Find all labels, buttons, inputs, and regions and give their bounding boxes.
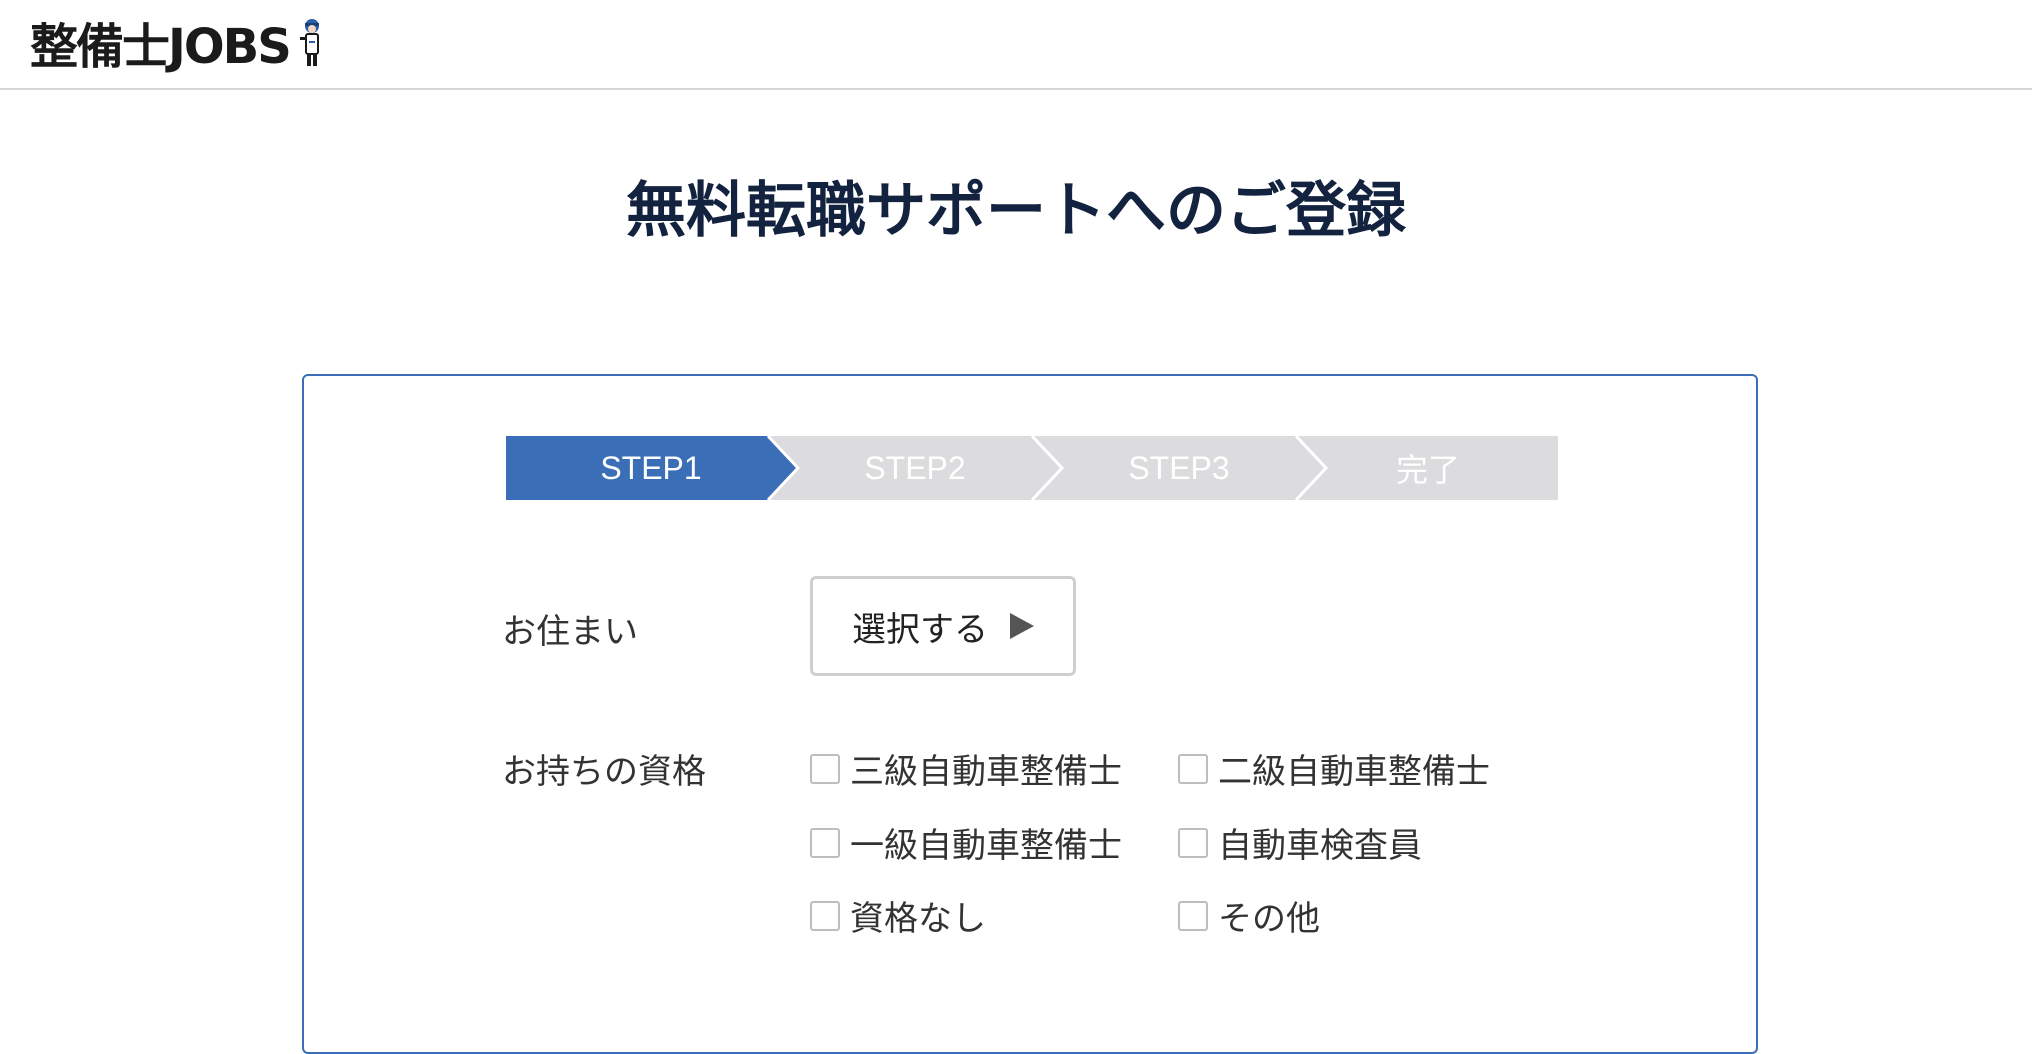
page-title: 無料転職サポートへのご登録	[626, 176, 1406, 246]
checkbox-label: 二級自動車整備士	[1218, 752, 1490, 792]
checkbox-vehicle-inspector[interactable]: 自動車検査員	[1178, 818, 1422, 867]
checkbox-no-qualification[interactable]: 資格なし	[810, 891, 986, 940]
site-header: 整備士JOBS	[0, 0, 2032, 90]
step-1: STEP1	[600, 449, 702, 486]
residence-label: お住まい	[502, 612, 638, 652]
play-arrow-icon	[1010, 613, 1034, 639]
checkbox-grade3-mechanic[interactable]: 三級自動車整備士	[810, 744, 1122, 793]
step-progress-bar: STEP1 STEP2 STEP3 完了	[506, 436, 1558, 500]
checkbox-label: 一級自動車整備士	[850, 826, 1122, 866]
checkbox-box[interactable]	[1178, 753, 1208, 784]
checkbox-label: その他	[1218, 899, 1320, 939]
logo-text: 整備士JOBS	[30, 19, 292, 75]
checkbox-box[interactable]	[1178, 900, 1208, 931]
checkbox-label: 資格なし	[850, 899, 986, 939]
checkbox-box[interactable]	[810, 753, 840, 784]
step-complete: 完了	[1395, 452, 1460, 488]
step-2: STEP2	[864, 449, 966, 486]
checkbox-box[interactable]	[810, 900, 840, 931]
checkbox-label: 三級自動車整備士	[850, 752, 1122, 792]
checkbox-grade1-mechanic[interactable]: 一級自動車整備士	[810, 818, 1122, 867]
checkbox-box[interactable]	[1178, 827, 1208, 858]
select-button-label: 選択する	[852, 609, 988, 650]
site-logo[interactable]: 整備士JOBS	[30, 10, 328, 75]
qualification-label: お持ちの資格	[502, 752, 706, 792]
checkbox-grade2-mechanic[interactable]: 二級自動車整備士	[1178, 744, 1490, 793]
step-3: STEP3	[1128, 449, 1230, 486]
mechanic-mascot-icon	[299, 19, 319, 66]
checkbox-box[interactable]	[810, 827, 840, 858]
checkbox-other[interactable]: その他	[1178, 891, 1320, 940]
checkbox-label: 自動車検査員	[1218, 826, 1422, 866]
residence-select-button[interactable]: 選択する	[810, 576, 1076, 676]
